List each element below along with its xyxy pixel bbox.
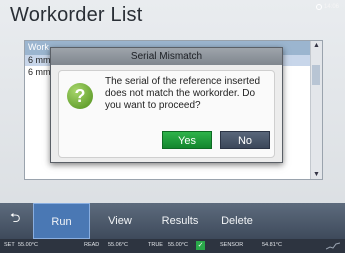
app-screen: Workorder List 14:06 Work 6 mm 6 mm ▲ ▼ … [0, 0, 345, 253]
dialog-message: The serial of the reference inserted doe… [105, 76, 261, 111]
list-scrollbar[interactable]: ▲ ▼ [310, 41, 322, 179]
dialog-body: ? The serial of the reference inserted d… [58, 70, 275, 158]
scroll-up-icon[interactable]: ▲ [313, 42, 320, 49]
sensor-value: 54.81°C [262, 242, 282, 248]
check-icon: ✓ [196, 241, 205, 250]
read-label: READ [84, 242, 100, 248]
clock-time: 14:06 [323, 4, 339, 10]
status-bar: SET 55.00°C READ 55.06°C TRUE 55.00°C ✓ … [0, 239, 345, 253]
back-arrow-icon[interactable]: ⮌ [10, 211, 24, 225]
read-value: 55.06°C [108, 242, 128, 248]
tab-run[interactable]: Run [33, 203, 90, 239]
trend-graph-icon [326, 242, 340, 250]
list-header-label: Work [28, 42, 49, 52]
scroll-thumb[interactable] [312, 65, 320, 85]
dialog-title: Serial Mismatch [51, 48, 282, 65]
true-value: 55.00°C [168, 242, 188, 248]
set-value: 55.00°C [18, 242, 38, 248]
tab-results[interactable]: Results [157, 203, 203, 239]
true-label: TRUE [148, 242, 163, 248]
yes-button[interactable]: Yes [162, 131, 212, 149]
question-icon: ? [67, 83, 93, 109]
list-item-label: 6 mm [28, 55, 51, 65]
serial-mismatch-dialog: Serial Mismatch ? The serial of the refe… [50, 47, 283, 163]
page-title: Workorder List [10, 4, 143, 26]
list-item-label: 6 mm [28, 67, 51, 77]
tab-delete[interactable]: Delete [217, 203, 257, 239]
scroll-down-icon[interactable]: ▼ [313, 171, 320, 178]
no-button[interactable]: No [220, 131, 270, 149]
set-label: SET [4, 242, 15, 248]
header: Workorder List 14:06 [0, 0, 345, 30]
clock: 14:06 [315, 4, 339, 10]
sensor-label: SENSOR [220, 242, 244, 248]
tab-view[interactable]: View [101, 203, 139, 239]
clock-icon [315, 4, 322, 10]
